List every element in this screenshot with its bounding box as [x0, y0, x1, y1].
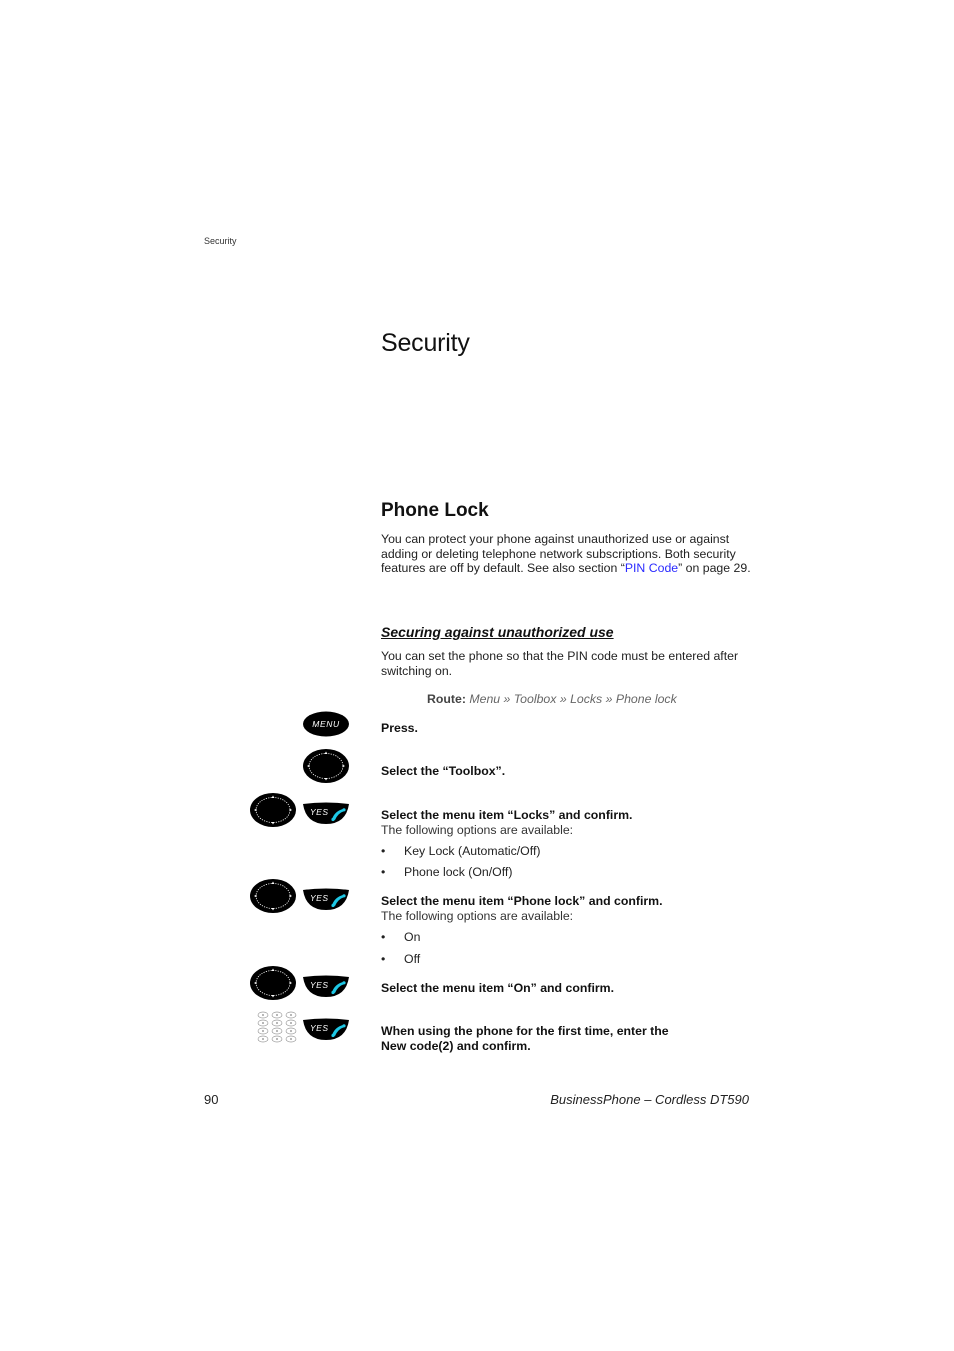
step-2: Select the “Toolbox”.	[381, 764, 761, 779]
option-label: Phone lock (On/Off)	[404, 865, 513, 879]
step-6-instruction-line1: When using the phone for the first time,…	[381, 1024, 669, 1038]
navigation-key-icon	[249, 878, 297, 914]
step-3-instruction: Select the menu item “Locks” and confirm…	[381, 808, 633, 822]
keypad-icon	[256, 1011, 298, 1045]
yes-key-icon	[302, 802, 350, 826]
step-4-instruction: Select the menu item “Phone lock” and co…	[381, 894, 663, 908]
section-title: Phone Lock	[381, 500, 489, 521]
step-4-sub: The following options are available:	[381, 909, 574, 923]
navigation-key-icon	[302, 748, 350, 784]
subsection-title: Securing against unauthorized use	[381, 624, 614, 640]
navigation-key-icon	[249, 965, 297, 1001]
section-intro: You can protect your phone against unaut…	[381, 532, 751, 576]
menu-key-icon: MENU	[303, 711, 349, 737]
step-6: When using the phone for the first time,…	[381, 1024, 761, 1054]
running-header: Security	[204, 236, 237, 246]
bullet-icon: •	[381, 952, 386, 966]
page-number: 90	[204, 1092, 219, 1107]
menu-key-label: MENU	[312, 719, 340, 729]
option-label: On	[404, 930, 421, 944]
step-3-sub: The following options are available:	[381, 823, 574, 837]
option-label: Key Lock (Automatic/Off)	[404, 844, 541, 858]
step-1-instruction: Press.	[381, 721, 418, 735]
subsection-intro: You can set the phone so that the PIN co…	[381, 649, 739, 678]
step-1: Press.	[381, 721, 761, 736]
step-2-instruction: Select the “Toolbox”.	[381, 764, 506, 778]
route-path: Menu » Toolbox » Locks » Phone lock	[469, 692, 677, 706]
step-5-instruction: Select the menu item “On” and confirm.	[381, 981, 614, 995]
step-5: Select the menu item “On” and confirm.	[381, 981, 761, 996]
yes-key-icon	[302, 1018, 350, 1042]
route-label: Route:	[427, 692, 466, 706]
yes-key-icon	[302, 888, 350, 912]
document-title: BusinessPhone – Cordless DT590	[550, 1092, 749, 1107]
yes-key-icon	[302, 975, 350, 999]
bullet-icon: •	[381, 865, 386, 879]
step-3: Select the menu item “Locks” and confirm…	[381, 808, 761, 838]
pin-code-link[interactable]: PIN Code	[625, 561, 678, 575]
navigation-key-icon	[249, 792, 297, 828]
step-6-instruction-line2: New code(2) and confirm.	[381, 1039, 531, 1053]
step-4: Select the menu item “Phone lock” and co…	[381, 894, 761, 924]
bullet-icon: •	[381, 930, 386, 944]
route: Route: Menu » Toolbox » Locks » Phone lo…	[427, 692, 677, 706]
intro-text-end: ” on page 29.	[678, 561, 751, 576]
option-label: Off	[404, 952, 421, 966]
bullet-icon: •	[381, 844, 386, 858]
page-title: Security	[381, 329, 470, 357]
